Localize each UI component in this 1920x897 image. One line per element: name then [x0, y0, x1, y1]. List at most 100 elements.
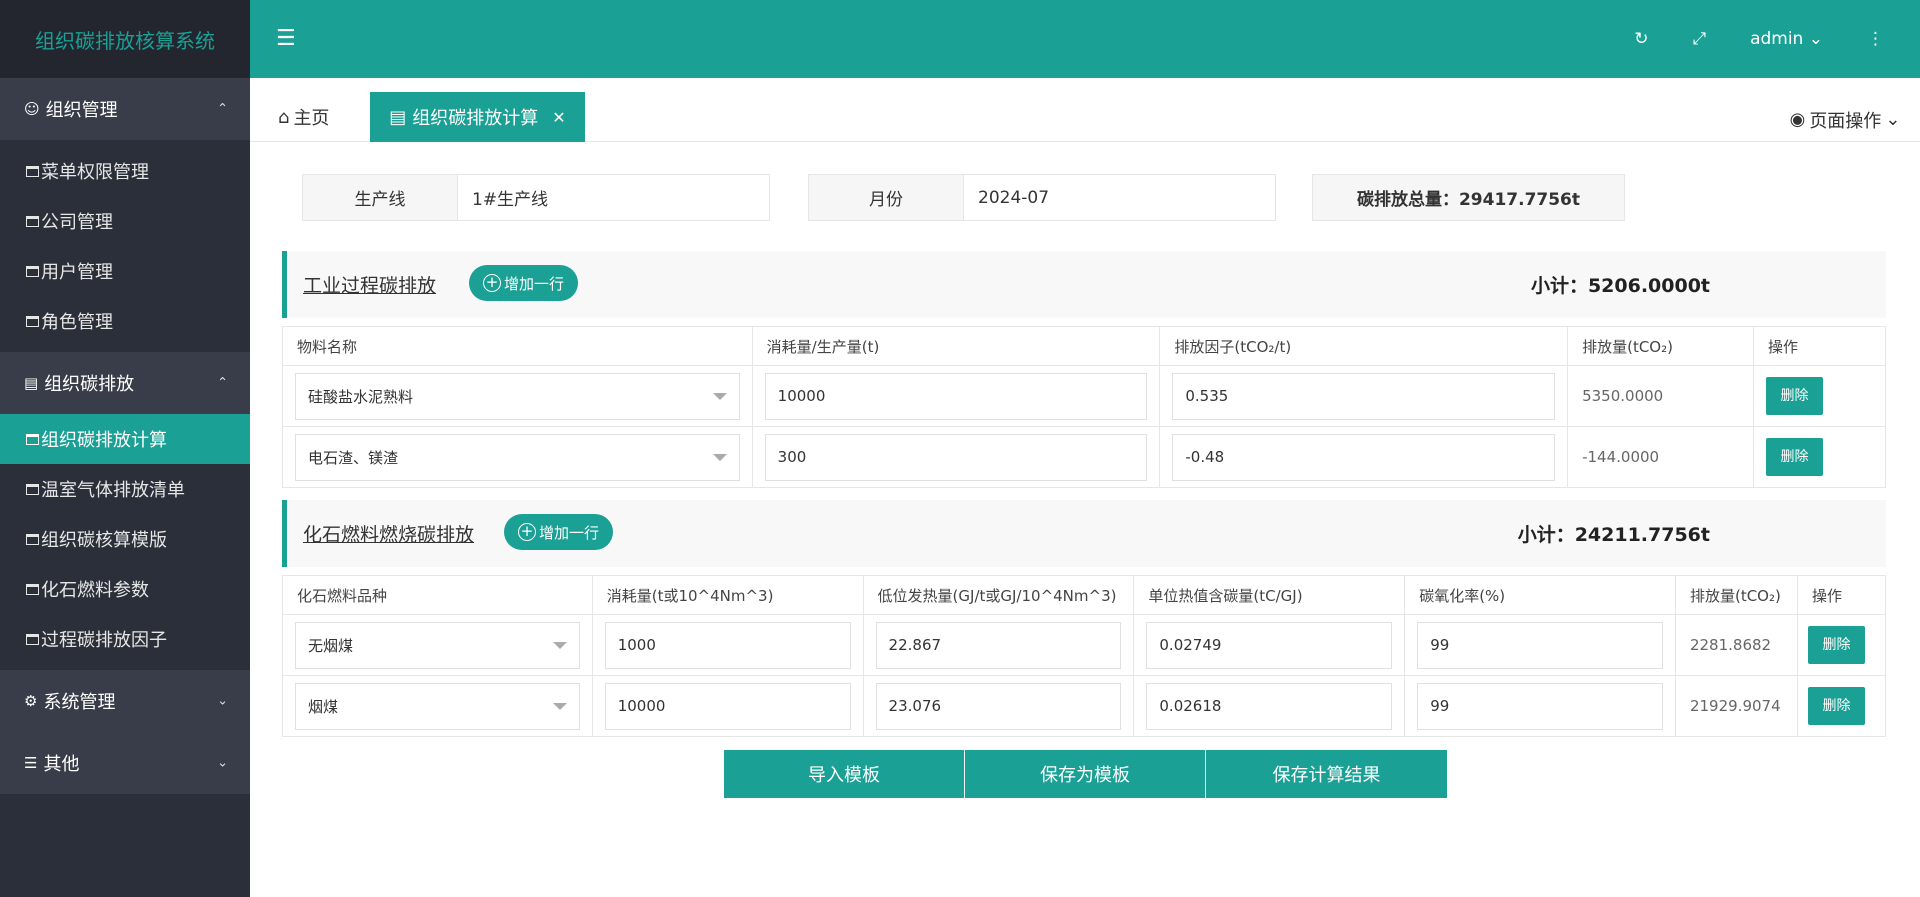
- production-line-input[interactable]: 1#生产线: [458, 185, 548, 210]
- window-icon: [26, 583, 39, 595]
- sidebar-group-org-management[interactable]: ☺ 组织管理 ⌃: [0, 78, 250, 140]
- table-row: 烟煤 10000 23.076 0.02618 99 21929.9074 删除: [282, 675, 1887, 737]
- tab-home[interactable]: ⌂ 主页: [278, 92, 329, 142]
- fossil-section-header: 化石燃料燃烧碳排放 + 增加一行 小计：24211.7756t: [282, 500, 1886, 567]
- emission-value: 21929.9074: [1689, 697, 1781, 715]
- close-icon[interactable]: ✕: [552, 108, 565, 127]
- sidebar-group-other[interactable]: ☰ 其他 ⌄: [0, 732, 250, 794]
- sidebar-item-menu-permissions[interactable]: 菜单权限管理: [0, 146, 250, 196]
- sidebar-group-org-emission[interactable]: ▤ 组织碳排放 ⌃: [0, 352, 250, 414]
- emission-value: 2281.8682: [1689, 636, 1772, 654]
- dropdown-arrow-icon: [552, 702, 567, 710]
- section-title: 化石燃料燃烧碳排放: [303, 524, 475, 546]
- material-select[interactable]: 硅酸盐水泥熟料: [295, 372, 740, 420]
- chevron-up-icon: ⌃: [217, 101, 228, 117]
- page-operations-menu[interactable]: ◉ 页面操作 ⌄: [1770, 98, 1920, 142]
- column-header: 单位热值含碳量(tC/GJ): [1133, 575, 1406, 615]
- delete-button[interactable]: 删除: [1807, 626, 1865, 664]
- material-select[interactable]: 电石渣、镁渣: [295, 433, 740, 481]
- more-vertical-icon[interactable]: ⋮: [1867, 29, 1884, 49]
- refresh-icon[interactable]: ↻: [1634, 29, 1648, 49]
- chevron-down-icon: ⌄: [217, 755, 228, 771]
- amount-input[interactable]: 1000: [604, 621, 851, 669]
- add-row-button[interactable]: + 增加一行: [504, 514, 614, 550]
- plus-circle-icon: +: [518, 523, 536, 541]
- month-input[interactable]: 2024-07: [964, 188, 1049, 208]
- document-icon: ☰: [24, 754, 38, 772]
- sidebar-item-process-factors[interactable]: 过程碳排放因子: [0, 614, 250, 664]
- dropdown-arrow-icon: [712, 392, 727, 400]
- heat-value-input[interactable]: 23.076: [875, 682, 1122, 730]
- delete-button[interactable]: 删除: [1766, 377, 1824, 415]
- emission-value: 5350.0000: [1582, 387, 1664, 405]
- sidebar-item-accounting-template[interactable]: 组织碳核算模版: [0, 514, 250, 564]
- import-template-button[interactable]: 导入模板: [724, 750, 965, 798]
- column-header: 排放量(tCO₂): [1674, 575, 1798, 615]
- sidebar-item-emission-calc[interactable]: 组织碳排放计算: [0, 414, 250, 464]
- column-header: 排放量(tCO₂): [1567, 326, 1755, 366]
- column-header: 消耗量(t或10^4Nm^3): [591, 575, 864, 615]
- user-menu[interactable]: admin ⌄: [1750, 29, 1823, 49]
- table-row: 硅酸盐水泥熟料 10000 0.535 5350.0000 删除: [282, 365, 1886, 427]
- top-header: ☰ ↻ ⤢ admin ⌄ ⋮: [250, 0, 1920, 78]
- sidebar-group-system[interactable]: ⚙ 系统管理 ⌄: [0, 670, 250, 732]
- gear-icon: ⚙: [24, 692, 38, 710]
- carbon-content-input[interactable]: 0.02618: [1146, 682, 1393, 730]
- chevron-down-icon: ⌄: [1885, 109, 1901, 130]
- add-row-button[interactable]: + 增加一行: [469, 265, 579, 301]
- month-field: 月份 2024-07: [808, 174, 1276, 221]
- delete-button[interactable]: 删除: [1807, 687, 1865, 725]
- column-header: 物料名称: [282, 326, 753, 366]
- total-emission: 碳排放总量：29417.7756t: [1312, 174, 1625, 221]
- action-buttons: 导入模板 保存为模板 保存计算结果: [724, 750, 1447, 798]
- sidebar-item-users[interactable]: 用户管理: [0, 246, 250, 296]
- sidebar-group-label: 组织管理: [45, 100, 118, 121]
- window-icon: [26, 433, 39, 445]
- dropdown-arrow-icon: [712, 453, 727, 461]
- column-header: 排放因子(tCO₂/t): [1159, 326, 1569, 366]
- sidebar-group-label: 其他: [43, 754, 80, 775]
- amount-input[interactable]: 10000: [764, 372, 1148, 420]
- window-icon: [26, 165, 39, 177]
- tab-emission-calc[interactable]: ▤ 组织碳排放计算 ✕: [370, 92, 585, 142]
- sidebar-group-label: 系统管理: [43, 692, 116, 713]
- window-icon: ▤: [389, 106, 407, 128]
- sidebar-item-ghg-inventory[interactable]: 温室气体排放清单: [0, 464, 250, 514]
- save-as-template-button[interactable]: 保存为模板: [965, 750, 1206, 798]
- sidebar: 组织碳排放核算系统 ☺ 组织管理 ⌃ 菜单权限管理 公司管理 用户管理 角色管理…: [0, 0, 250, 897]
- sidebar-item-fuel-params[interactable]: 化石燃料参数: [0, 564, 250, 614]
- table-row: 无烟煤 1000 22.867 0.02749 99 2281.8682 删除: [282, 614, 1887, 676]
- fullscreen-icon[interactable]: ⤢: [1692, 29, 1706, 49]
- column-header: 操作: [1753, 326, 1886, 366]
- factor-input[interactable]: -0.48: [1172, 433, 1556, 481]
- factor-input[interactable]: 0.535: [1172, 372, 1556, 420]
- sidebar-item-roles[interactable]: 角色管理: [0, 296, 250, 346]
- column-header: 化石燃料品种: [282, 575, 593, 615]
- oxidation-rate-input[interactable]: 99: [1417, 621, 1663, 669]
- sidebar-group-label: 组织碳排放: [44, 374, 135, 395]
- section-title: 工业过程碳排放: [303, 275, 437, 297]
- window-icon: [26, 533, 39, 545]
- delete-button[interactable]: 删除: [1766, 438, 1824, 476]
- window-icon: [26, 215, 39, 227]
- table-icon: ▤: [24, 374, 39, 392]
- amount-input[interactable]: 300: [764, 433, 1148, 481]
- circle-icon: ◉: [1789, 109, 1806, 130]
- heat-value-input[interactable]: 22.867: [875, 621, 1122, 669]
- fossil-table: 化石燃料品种 消耗量(t或10^4Nm^3) 低位发热量(GJ/t或GJ/10^…: [282, 575, 1887, 737]
- fuel-select[interactable]: 无烟煤: [295, 621, 580, 669]
- save-result-button[interactable]: 保存计算结果: [1206, 750, 1447, 798]
- column-header: 碳氧化率(%): [1404, 575, 1676, 615]
- sidebar-item-companies[interactable]: 公司管理: [0, 196, 250, 246]
- tab-bar: ⌂ 主页 ▤ 组织碳排放计算 ✕ ◉ 页面操作 ⌄: [250, 78, 1920, 142]
- column-header: 低位发热量(GJ/t或GJ/10^4Nm^3): [862, 575, 1135, 615]
- subtotal: 小计：5206.0000t: [1530, 275, 1710, 297]
- carbon-content-input[interactable]: 0.02749: [1146, 621, 1393, 669]
- user-icon: ☺: [24, 100, 40, 118]
- menu-toggle-icon[interactable]: ☰: [276, 28, 296, 50]
- amount-input[interactable]: 10000: [604, 682, 851, 730]
- oxidation-rate-input[interactable]: 99: [1417, 682, 1663, 730]
- fuel-select[interactable]: 烟煤: [295, 682, 580, 730]
- app-title: 组织碳排放核算系统: [0, 0, 250, 78]
- chevron-up-icon: ⌃: [217, 375, 228, 391]
